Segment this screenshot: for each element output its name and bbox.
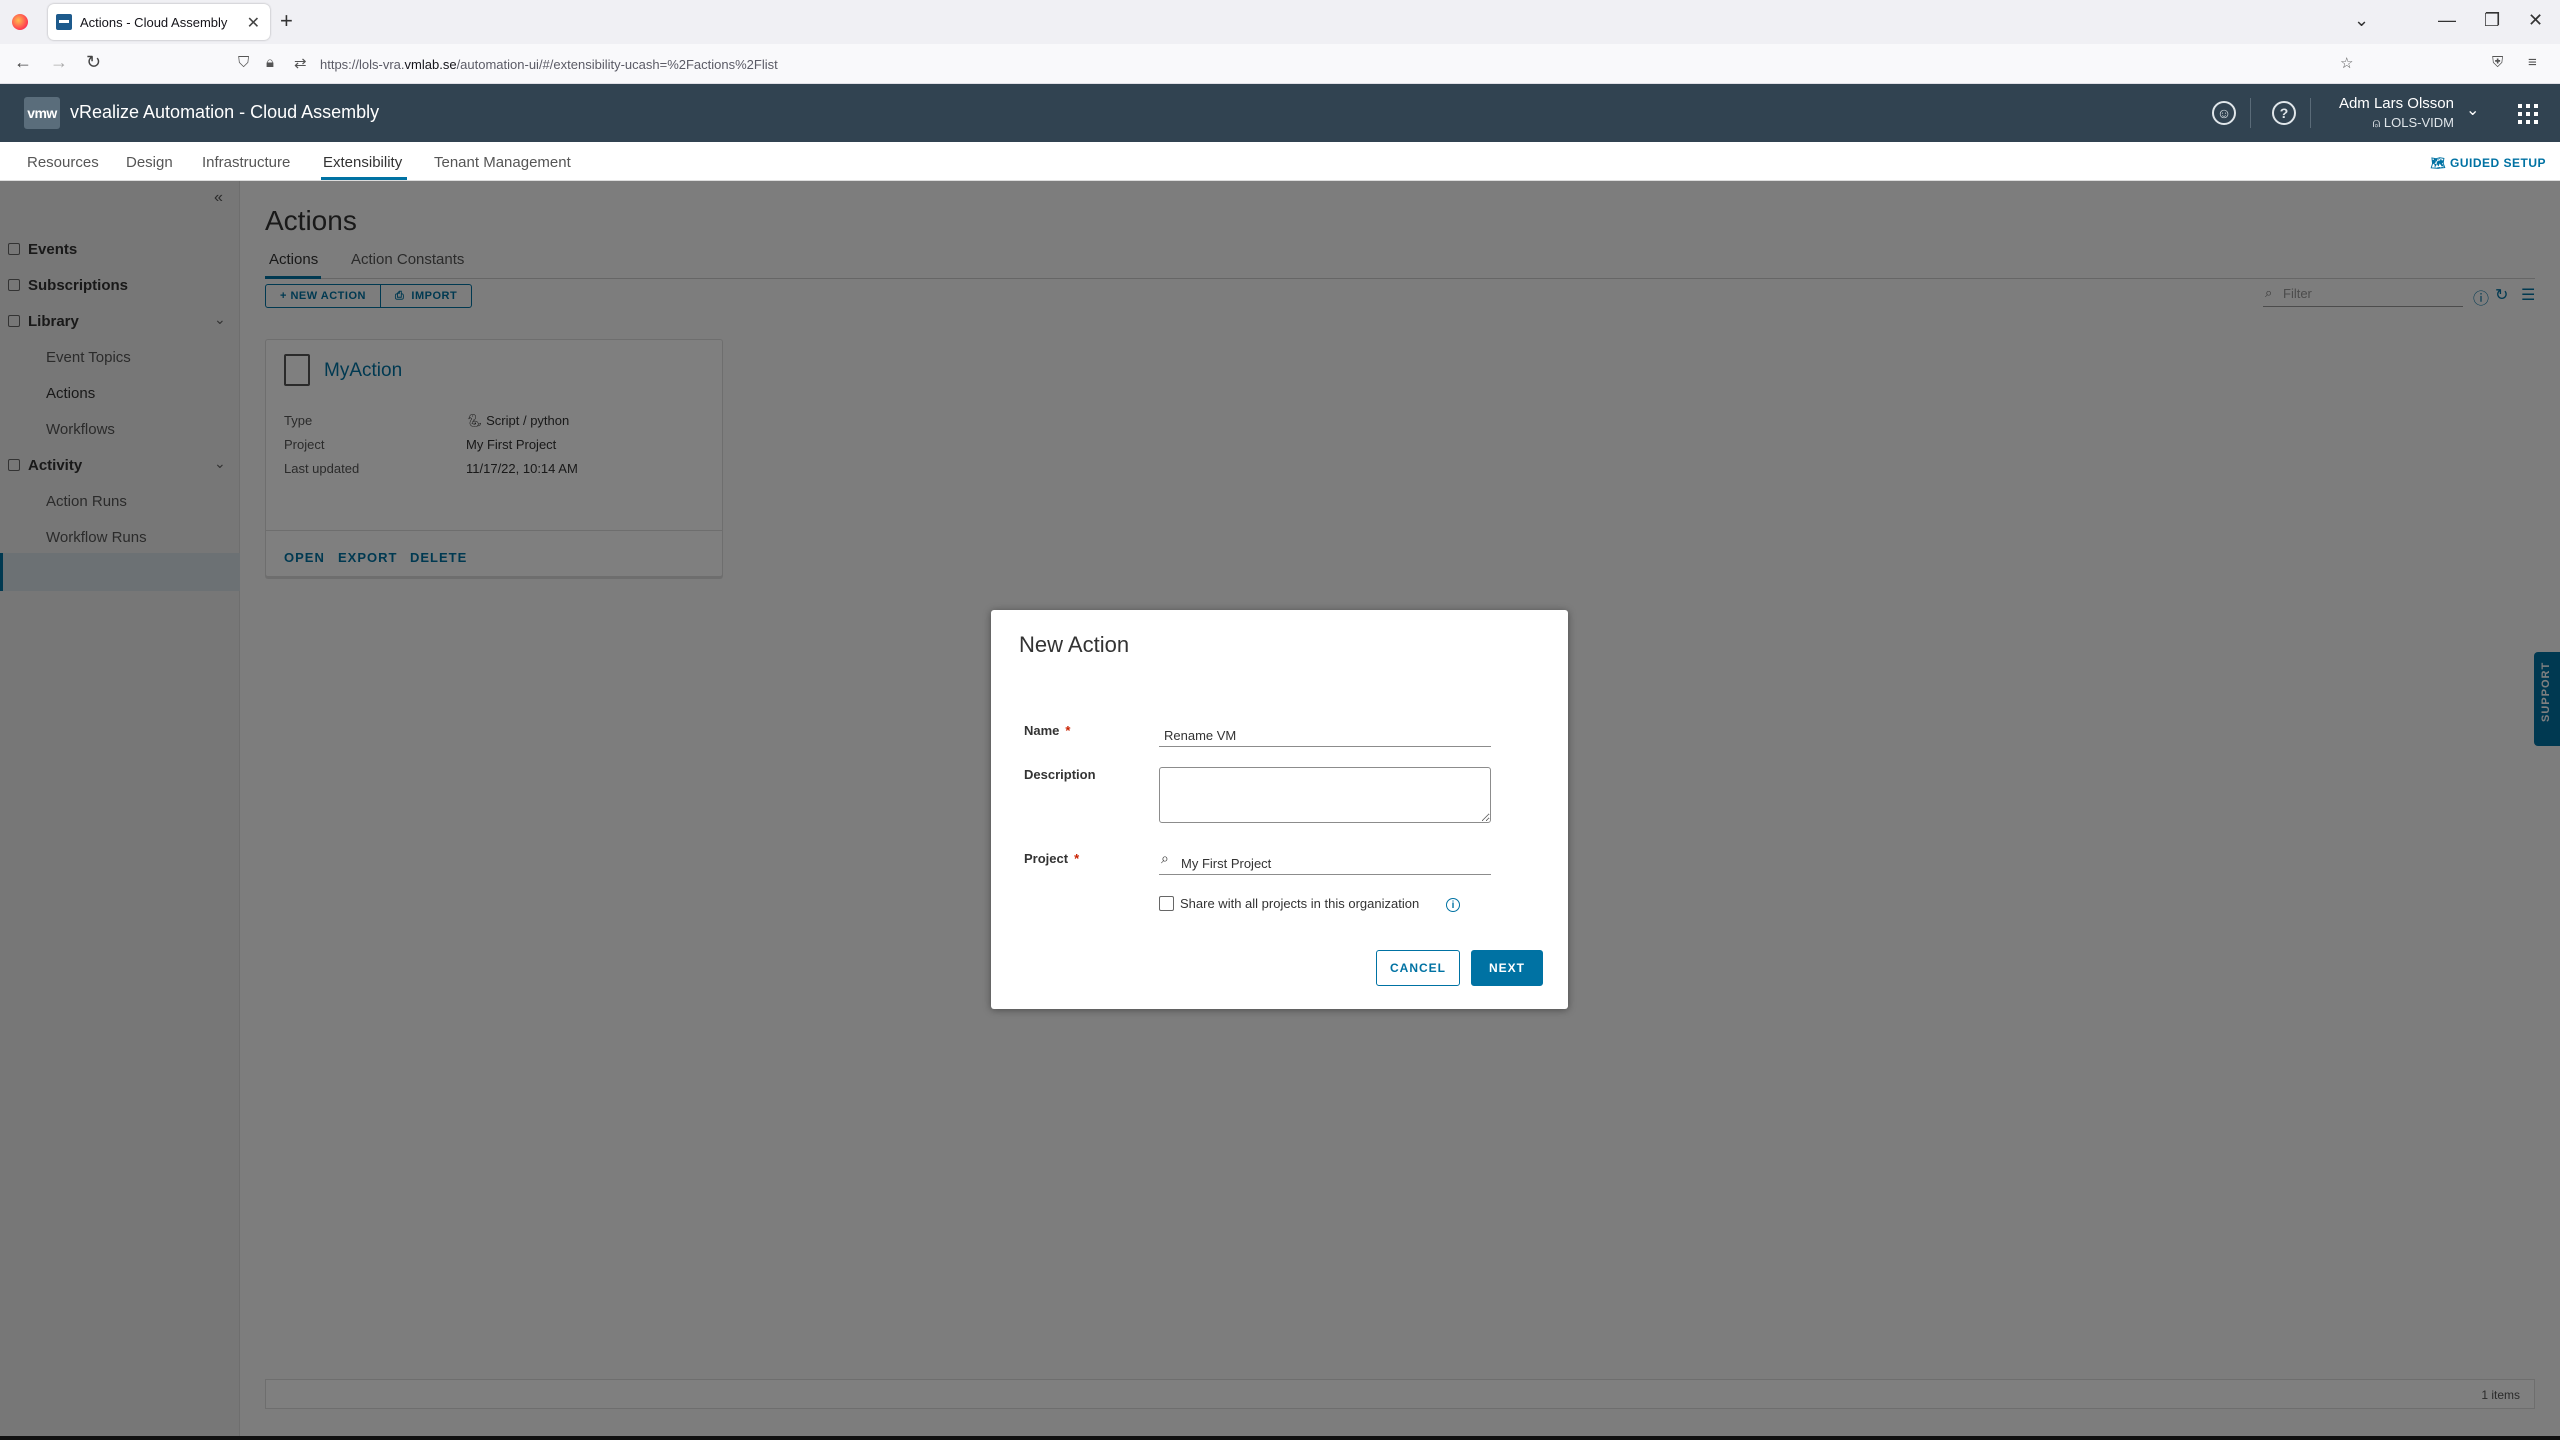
feedback-smiley-icon[interactable]: ☺	[2212, 101, 2236, 125]
user-menu-chevron-icon[interactable]: ⌄	[2466, 100, 2479, 120]
forward-icon[interactable]: →	[50, 52, 68, 73]
menu-icon[interactable]: ≡	[2528, 54, 2537, 71]
browser-nav-bar: ← → ↻ ⛉ 🔒︎ ⇄ https://lols-vra. vmlab.se/a…	[0, 44, 2560, 84]
tab-title: Actions - Cloud Assembly	[80, 14, 228, 30]
description-label: Description	[1024, 767, 1096, 782]
header-divider	[2310, 98, 2311, 128]
pocket-icon[interactable]: ⛨	[2492, 54, 2503, 71]
tab-list-chevron-icon[interactable]: ⌄	[2354, 10, 2369, 31]
app-title: vRealize Automation - Cloud Assembly	[70, 102, 380, 122]
url-bar[interactable]: https://lols-vra. vmlab.se/automation-ui/…	[320, 49, 2450, 79]
required-marker: *	[1074, 851, 1080, 866]
tab-close-icon[interactable]: ✕	[247, 13, 260, 33]
app-header: vmw vRealize Automation - Cloud Assembly…	[0, 84, 2560, 142]
browser-tab-bar: Actions - Cloud Assembly ✕ + ⌄ — ❐ ✕	[0, 0, 2560, 44]
minimize-icon[interactable]: —	[2438, 10, 2456, 31]
nav-active-indicator	[321, 177, 407, 180]
app-switcher-icon[interactable]	[2518, 104, 2538, 124]
nav-infrastructure[interactable]: Infrastructure	[202, 154, 290, 171]
nav-design[interactable]: Design	[126, 154, 173, 171]
permissions-icon[interactable]: ⇄	[294, 54, 307, 72]
vmware-logo: vmw	[24, 97, 60, 129]
description-textarea[interactable]	[1159, 767, 1491, 823]
firefox-icon	[12, 14, 28, 30]
nav-tenant-management[interactable]: Tenant Management	[434, 154, 571, 171]
guided-setup-link[interactable]: 🗺︎ GUIDED SETUP	[2430, 156, 2546, 170]
url-path: /automation-ui/#/extensibility-ucash=%2F…	[456, 56, 778, 72]
share-info-icon[interactable]: i	[1446, 898, 1460, 912]
main-nav: Resources Design Infrastructure Extensib…	[0, 142, 2560, 181]
project-label: Project *	[1024, 851, 1079, 866]
tracking-shield-icon[interactable]: ⛉	[238, 54, 249, 71]
share-checkbox[interactable]	[1159, 896, 1174, 911]
browser-tab[interactable]: Actions - Cloud Assembly ✕	[48, 4, 270, 40]
share-checkbox-label[interactable]: Share with all projects in this organiza…	[1180, 896, 1419, 911]
lock-icon[interactable]: 🔒︎	[266, 54, 274, 71]
next-button[interactable]: NEXT	[1471, 950, 1543, 986]
tab-favicon-icon	[56, 14, 72, 30]
header-divider	[2250, 98, 2251, 128]
nav-resources[interactable]: Resources	[27, 154, 99, 171]
new-tab-icon[interactable]: +	[280, 10, 293, 32]
user-org[interactable]: ⍝ LOLS-VIDM	[2373, 115, 2455, 131]
project-search-input[interactable]	[1159, 845, 1491, 875]
user-name[interactable]: Adm Lars Olsson	[2339, 95, 2454, 112]
project-label-text: Project	[1024, 851, 1069, 866]
required-marker: *	[1065, 723, 1071, 738]
cancel-button[interactable]: CANCEL	[1376, 950, 1460, 986]
guided-setup-label: GUIDED SETUP	[2449, 156, 2546, 170]
url-host: vmlab.se	[404, 56, 457, 72]
window-close-icon[interactable]: ✕	[2528, 10, 2543, 31]
name-label: Name *	[1024, 723, 1070, 738]
back-icon[interactable]: ←	[14, 52, 32, 73]
restore-icon[interactable]: ❐	[2484, 10, 2500, 31]
new-action-modal: New Action Name* Description Project* ⌕ …	[991, 610, 1568, 1009]
name-label-text: Name	[1024, 723, 1060, 738]
url-prefix: https://lols-vra.	[320, 56, 405, 72]
nav-extensibility[interactable]: Extensibility	[323, 154, 402, 171]
name-input[interactable]	[1159, 717, 1491, 747]
reload-icon[interactable]: ↻	[86, 52, 101, 73]
help-icon[interactable]: ?	[2272, 101, 2296, 125]
bookmark-star-icon[interactable]: ☆	[2340, 54, 2353, 72]
user-org-label: LOLS-VIDM	[2383, 115, 2454, 130]
modal-title: New Action	[1019, 632, 1130, 657]
